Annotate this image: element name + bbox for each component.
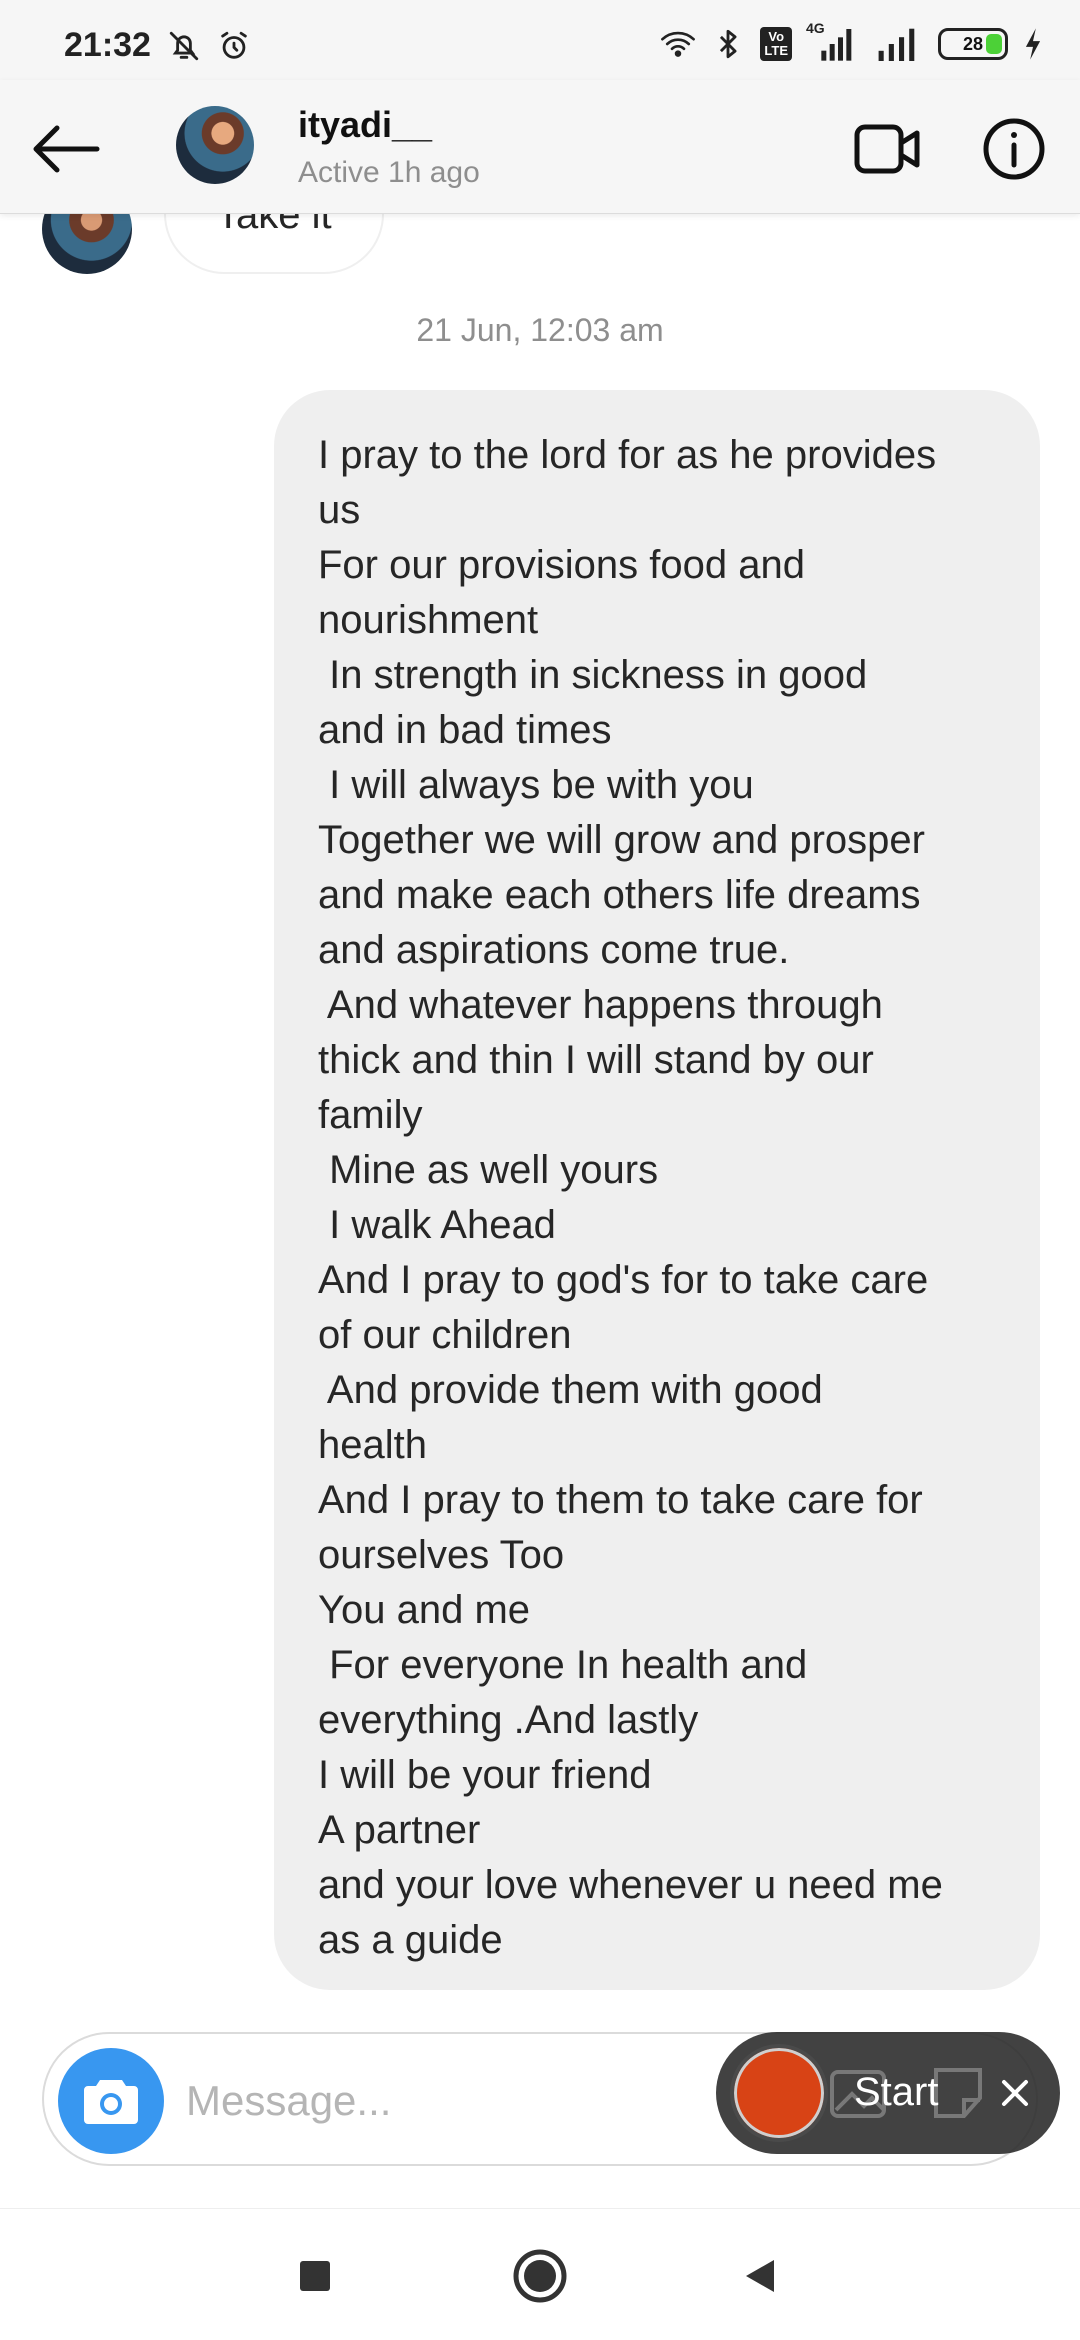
message-line: and make each others life dreams — [318, 873, 921, 917]
message-line: family — [318, 1093, 423, 1137]
status-bar: 21:32 Vo LTE 4G 28 — [0, 0, 1080, 80]
info-icon — [983, 118, 1045, 180]
signal-icon: 4G — [806, 20, 860, 62]
back-nav-icon — [746, 2260, 774, 2292]
home-nav-icon — [513, 2249, 567, 2303]
alarm-icon — [216, 28, 252, 64]
contact-avatar[interactable] — [176, 106, 254, 184]
message-line: as a guide — [318, 1918, 503, 1962]
message-line: And provide them with good — [318, 1368, 823, 1412]
charging-icon — [1022, 26, 1044, 62]
info-button[interactable] — [974, 114, 1054, 184]
message-line: Together we will grow and prosper — [318, 818, 925, 862]
back-button[interactable] — [26, 114, 106, 184]
chat-header: ityadi__ Active 1h ago — [0, 80, 1080, 214]
sender-avatar[interactable] — [42, 214, 132, 274]
battery-level: 28 — [962, 33, 984, 54]
bluetooth-icon — [710, 26, 746, 62]
message-line: And whatever happens through — [318, 983, 883, 1027]
message-line: And I pray to god's for to take care — [318, 1258, 929, 1302]
message-line: For our provisions food and — [318, 543, 805, 587]
message-line: of our children — [318, 1313, 572, 1357]
square-nav-icon — [300, 2261, 330, 2291]
message-line: thick and thin I will stand by our — [318, 1038, 874, 1082]
message-line: Mine as well yours — [318, 1148, 659, 1192]
message-line: and in bad times — [318, 708, 612, 752]
contact-active-status: Active 1h ago — [298, 156, 480, 189]
message-line: You and me — [318, 1588, 531, 1632]
battery-icon: 28 — [938, 28, 1008, 60]
battery-fill — [986, 34, 1002, 54]
status-time: 21:32 — [64, 26, 151, 64]
message-line: A partner — [318, 1808, 481, 1852]
back-nav-button[interactable] — [715, 2231, 805, 2321]
chat-thread[interactable]: Take it 21 Jun, 12:03 am I pray to the l… — [0, 214, 1080, 2024]
message-line: I will always be with you — [318, 763, 754, 807]
close-icon — [1002, 2080, 1028, 2106]
message-line: I will be your friend — [318, 1753, 652, 1797]
sent-message-bubble[interactable]: I pray to the lord for as he provides us F… — [274, 390, 1040, 1990]
previous-message-bubble[interactable]: Take it — [164, 214, 384, 274]
message-line: I walk Ahead — [318, 1203, 556, 1247]
message-line: us — [318, 488, 361, 532]
status-right-icons: Vo LTE 4G 28 — [660, 20, 1044, 62]
home-button[interactable] — [495, 2231, 585, 2321]
camera-icon — [84, 2080, 138, 2124]
contact-username[interactable]: ityadi__ — [298, 104, 432, 146]
start-recording-label[interactable]: Start — [854, 2070, 938, 2115]
record-button[interactable] — [730, 2044, 828, 2142]
close-recorder-button[interactable] — [980, 2058, 1050, 2128]
message-line: nourishment — [318, 598, 539, 642]
message-timestamp: 21 Jun, 12:03 am — [416, 312, 664, 348]
message-line: ourselves Too — [318, 1533, 565, 1577]
recents-button[interactable] — [270, 2231, 360, 2321]
status-left-icons — [166, 28, 252, 64]
bell-off-icon — [166, 28, 202, 64]
message-line: and aspirations come true. — [318, 928, 790, 972]
network-type-label: 4G — [806, 20, 825, 36]
signal-icon-2 — [874, 26, 924, 62]
message-line: And I pray to them to take care for — [318, 1478, 923, 1522]
wifi-icon — [660, 26, 696, 62]
camera-button[interactable] — [58, 2048, 164, 2154]
message-input[interactable] — [186, 2068, 686, 2134]
back-arrow-icon — [33, 125, 100, 173]
message-line: and your love whenever u need me — [318, 1863, 943, 1907]
previous-message-text: Take it — [216, 214, 332, 237]
video-call-icon — [854, 124, 920, 174]
system-nav-bar — [0, 2208, 1080, 2340]
video-call-button[interactable] — [848, 114, 928, 184]
message-line: I pray to the lord for as he provides — [318, 433, 937, 477]
message-line: For everyone In health and — [318, 1643, 808, 1687]
message-line: In strength in sickness in good — [318, 653, 868, 697]
message-line: health — [318, 1423, 427, 1467]
screen-recorder-widget: Start — [716, 2032, 1060, 2154]
previous-message-row: Take it — [42, 214, 384, 274]
volte-badge: Vo LTE — [760, 27, 792, 61]
message-line: everything .And lastly — [318, 1698, 699, 1742]
